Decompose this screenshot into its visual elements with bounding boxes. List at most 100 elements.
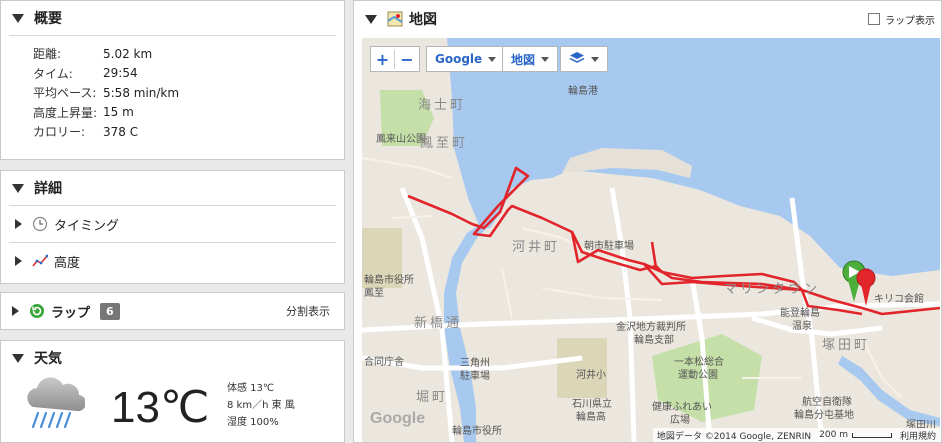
stat-label: 平均ペース: [33, 86, 97, 101]
details-header[interactable]: 詳細 [1, 171, 344, 205]
map-icon [387, 11, 403, 27]
stat-value: 15 m [103, 105, 134, 120]
weather-body: 13℃ 体感 13℃ 8 km／h 東 風 湿度 100% [1, 375, 344, 443]
map-label: マリンタウン [724, 282, 821, 297]
expand-triangle-icon[interactable] [15, 219, 22, 229]
map-canvas[interactable]: 輪島港 海士町 鳳来山公園 鳳至町 河井町 朝市駐車場 マリンタウン 輪島市役所… [362, 38, 940, 442]
map-type-value: 地図 [511, 52, 536, 67]
map-label: 輪島分屯基地 [794, 410, 854, 421]
collapse-triangle-icon[interactable] [12, 13, 24, 23]
map-label: 合同庁舎 [364, 357, 404, 368]
details-title: 詳細 [34, 181, 62, 197]
map-label: 鳳至町 [420, 136, 469, 151]
laps-checkbox[interactable] [868, 13, 880, 25]
map-label: 鳳至 [364, 288, 384, 299]
map-label: 広場 [670, 415, 690, 426]
map-provider-select[interactable]: Google [426, 46, 506, 72]
chevron-down-icon [541, 56, 550, 62]
attribution-text: 地図データ ©2014 Google, ZENRIN [656, 431, 812, 442]
feels-like: 体感 13℃ [227, 383, 275, 394]
map-label: 塚田町 [822, 338, 871, 353]
expand-triangle-icon[interactable] [12, 306, 19, 316]
map-label: 輪島市役所 [452, 426, 502, 437]
details-item-elevation[interactable]: 高度 [1, 243, 344, 279]
map-label: 堀町 [416, 390, 449, 405]
split-view-button[interactable]: 分割表示 [286, 303, 330, 319]
map-label: 海士町 [418, 98, 467, 113]
weather-details: 体感 13℃ 8 km／h 東 風 湿度 100% [227, 380, 295, 431]
map-label: 温泉 [792, 321, 812, 332]
scale-line [851, 432, 892, 438]
google-logo: Google [370, 410, 426, 427]
lap-count-badge: 6 [100, 302, 120, 320]
laps-checkbox-label: ラップ表示 [885, 15, 935, 27]
stat-row: 平均ペース: 5:58 min/km [33, 83, 344, 103]
stat-label: タイム: [33, 66, 73, 81]
stat-row: 距離: 5.02 km [33, 44, 344, 64]
collapse-triangle-icon[interactable] [365, 14, 377, 24]
map-label: 河井町 [512, 240, 561, 255]
stat-value: 5:58 min/km [103, 85, 180, 100]
stat-value: 5.02 km [103, 46, 153, 61]
clock-icon [32, 216, 48, 232]
temperature-value: 13℃ [111, 383, 210, 432]
stat-label: 距離: [33, 47, 62, 62]
chevron-down-icon [591, 56, 599, 62]
lap-icon [29, 303, 45, 319]
zoom-in-button[interactable]: + [371, 49, 395, 69]
map-panel: 地図 ラップ表示 輪島港 海士町 鳳来山公園 鳳至町 河井町 朝市駐車場 マリン… [353, 0, 942, 443]
summary-panel: 概要 距離: 5.02 km タイム: 29:54 平均ペース: 5:58 min/k… [0, 0, 345, 160]
map-label: 輪島高 [576, 412, 606, 423]
map-label: 朝市駐車場 [584, 241, 634, 252]
map-label: 鳳来山公園 [376, 134, 426, 145]
map-label: 新橋通 [414, 316, 463, 331]
layers-icon [569, 51, 585, 68]
left-column: 概要 距離: 5.02 km タイム: 29:54 平均ペース: 5:58 min/k… [0, 0, 345, 443]
map-type-select[interactable]: 地図 [502, 46, 559, 72]
collapse-triangle-icon[interactable] [12, 183, 24, 193]
map-header[interactable]: 地図 ラップ表示 [354, 1, 941, 37]
expand-triangle-icon[interactable] [15, 256, 22, 266]
map-label: 駐車場 [460, 371, 490, 382]
humidity: 湿度 100% [227, 417, 279, 428]
details-item-label: 高度 [54, 255, 81, 271]
stat-label: 高度上昇量: [33, 105, 98, 120]
zoom-controls: + − [370, 46, 420, 72]
weather-title: 天気 [34, 351, 62, 367]
map-title: 地図 [409, 12, 437, 28]
details-panel: 詳細 タイミング 高度 [0, 170, 345, 284]
collapse-triangle-icon[interactable] [12, 353, 24, 363]
laps-toggle[interactable]: ラップ表示 [868, 12, 935, 27]
weather-header[interactable]: 天気 [1, 341, 344, 375]
stat-row: タイム: 29:54 [33, 64, 344, 84]
map-provider-value: Google [435, 52, 483, 66]
scale-bar: 200 m [819, 430, 892, 440]
map-layers-select[interactable] [560, 46, 608, 72]
map-label: 輪島支部 [634, 335, 674, 346]
details-item-label: タイミング [54, 218, 120, 234]
zoom-out-button[interactable]: − [395, 50, 419, 69]
map-label: 運動公園 [678, 370, 718, 381]
stat-value: 29:54 [103, 66, 138, 81]
chevron-down-icon [488, 56, 497, 62]
scale-label: 200 m [819, 430, 848, 440]
wind: 8 km／h 東 風 [227, 400, 295, 411]
elevation-chart-icon [32, 253, 49, 269]
laps-panel: ラップ 6 分割表示 [0, 292, 345, 330]
summary-stats: 距離: 5.02 km タイム: 29:54 平均ペース: 5:58 min/km 高… [1, 36, 344, 142]
stat-label: カロリー: [33, 125, 86, 140]
details-item-timing[interactable]: タイミング [1, 206, 344, 242]
weather-panel: 天気 13℃ 体感 13℃ 8 km／h 東 風 湿度 100% [0, 340, 345, 443]
laps-header[interactable]: ラップ 6 分割表示 [1, 293, 344, 329]
stat-value: 378 C [103, 124, 139, 139]
summary-header[interactable]: 概要 [1, 1, 344, 35]
stat-row: カロリー: 378 C [33, 122, 344, 142]
rain-cloud-icon [21, 377, 87, 441]
map-attribution: 地図データ ©2014 Google, ZENRIN 200 m 利用規約 [652, 428, 940, 442]
terms-link[interactable]: 利用規約 [900, 429, 936, 442]
stat-row: 高度上昇量: 15 m [33, 103, 344, 123]
map-label: 輪島港 [568, 86, 598, 97]
map-label: 河井小 [576, 370, 606, 381]
summary-title: 概要 [34, 11, 62, 27]
laps-title: ラップ [51, 305, 91, 321]
